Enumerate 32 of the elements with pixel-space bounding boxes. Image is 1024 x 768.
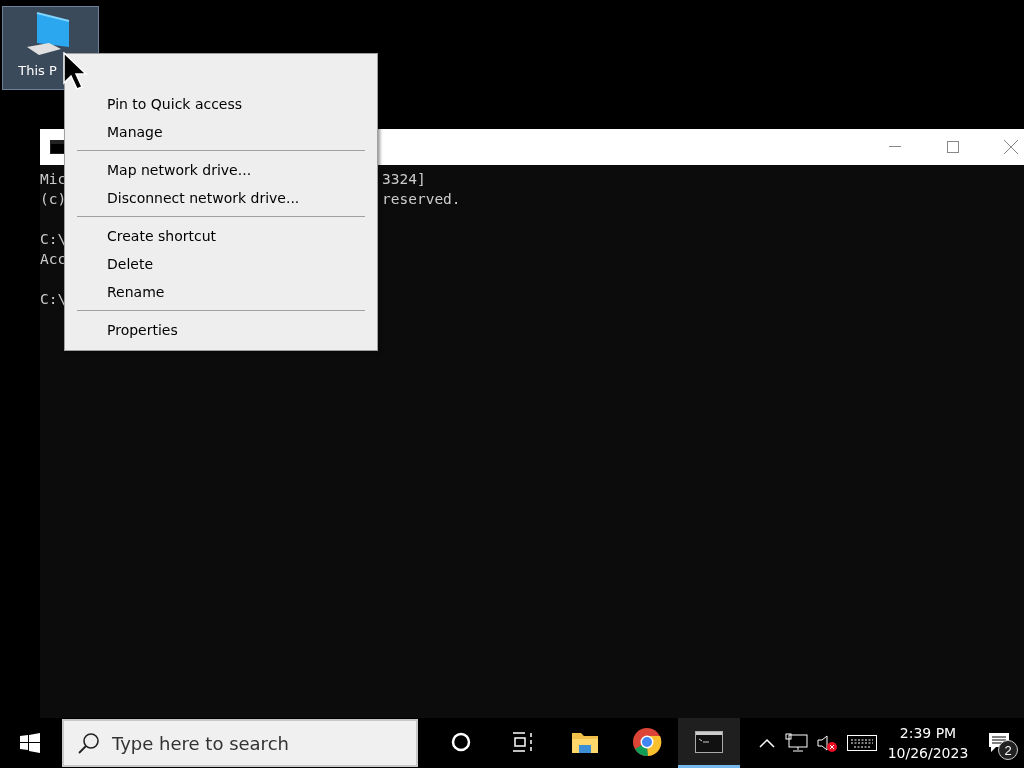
icon-label: This P [18,63,57,78]
taskbar-app[interactable] [678,718,740,768]
menu-item[interactable]: Map network drive... [77,156,365,184]
windows-logo-icon [20,733,40,753]
console-text: (c) [40,191,67,207]
search-icon [78,732,100,754]
clock[interactable]: 2:39 PM 10/26/2023 [882,723,974,763]
menu-item[interactable]: Rename [77,278,365,306]
minimize-icon [889,146,901,148]
time-text: 2:39 PM [899,724,957,743]
menu-item[interactable]: Properties [77,316,365,344]
chevron-up-icon [759,738,775,748]
task-view-icon [512,731,534,752]
chrome-icon [632,726,662,757]
menu-item[interactable]: Pin to Quick access [77,90,365,118]
circle-icon [451,731,471,752]
notification-count: 2 [998,740,1018,760]
date-text: 10/26/2023 [887,744,969,763]
menu-item[interactable]: Delete [77,250,365,278]
console-text: C:\ [40,291,67,307]
console-text: C:\ [40,231,67,247]
maximize-icon [947,141,959,153]
console-text: 3324] [382,171,426,187]
menu-item[interactable]: Create shortcut [77,222,365,250]
search-field[interactable]: Type here to search [62,719,418,767]
terminal-icon [695,730,723,753]
notifications-button[interactable]: 2 [974,718,1024,768]
cursor-icon [63,52,89,92]
menu-item[interactable]: Disconnect network drive... [77,184,365,212]
menu-item[interactable]: Manage [77,118,365,146]
console-text: reserved. [382,191,461,207]
close-icon [1004,140,1018,154]
